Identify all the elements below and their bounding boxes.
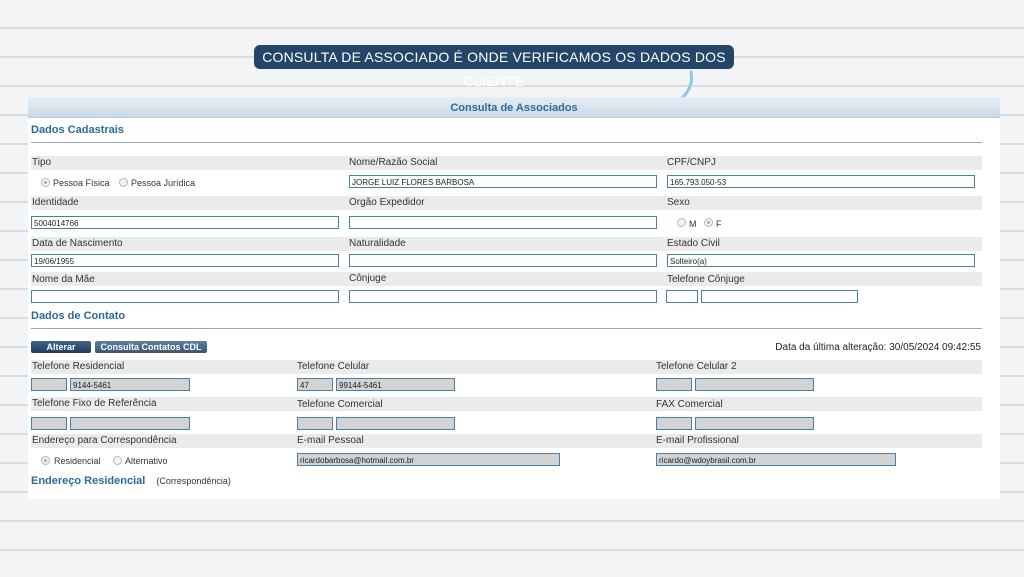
panel-title: Consulta de Associados (28, 97, 1000, 118)
divider (31, 142, 982, 143)
label-nome-mae: Nome da Mãe (32, 274, 95, 285)
radio-label-alternativo: Alternativo (125, 456, 168, 466)
nascimento-field[interactable]: 19/06/1955 (31, 254, 339, 267)
fax-comercial-field[interactable] (695, 417, 814, 430)
telefone-residencial-field[interactable]: 9144-5461 (70, 378, 190, 391)
ultima-alteracao: Data da última alteração: 30/05/2024 09:… (775, 342, 981, 353)
label-nascimento: Data de Nascimento (32, 238, 123, 249)
radio-sexo-f[interactable] (704, 218, 713, 227)
radio-label-pessoa-fisica: Pessoa Física (53, 178, 110, 188)
telefone-celular-2-ddd-field[interactable] (656, 378, 692, 391)
orgao-field[interactable] (349, 216, 657, 229)
label-row (31, 237, 982, 251)
label-row (31, 196, 982, 210)
label-naturalidade: Naturalidade (349, 238, 406, 249)
label-telefone-celular: Telefone Celular (297, 361, 370, 372)
radio-pessoa-juridica[interactable] (119, 178, 128, 187)
nome-field[interactable]: JORGE LUIZ FLORES BARBOSA (349, 175, 657, 188)
fax-comercial-ddd-field[interactable] (656, 417, 692, 430)
naturalidade-field[interactable] (349, 254, 657, 267)
label-row (31, 360, 982, 374)
label-orgao: Orgão Expedidor (349, 197, 425, 208)
label-telefone-celular-2: Telefone Celular 2 (656, 361, 737, 372)
label-fax-comercial: FAX Comercial (656, 399, 723, 410)
label-telefone-comercial: Telefone Comercial (297, 399, 383, 410)
label-cpf: CPF/CNPJ (667, 157, 716, 168)
telefone-residencial-ddd-field[interactable] (31, 378, 67, 391)
telefone-conjuge-ddd-field[interactable] (666, 290, 698, 303)
divider (31, 328, 982, 329)
radio-label-sexo-f: F (716, 219, 722, 229)
label-telefone-conjuge: Telefone Cônjuge (667, 274, 745, 285)
label-row (31, 272, 982, 286)
section-dados-cadastrais: Dados Cadastrais (31, 124, 124, 136)
telefone-referencia-field[interactable] (70, 417, 190, 430)
radio-endereco-alternativo[interactable] (113, 456, 122, 465)
label-identidade: Identidade (32, 197, 79, 208)
conjuge-field[interactable] (349, 290, 657, 303)
telefone-referencia-ddd-field[interactable] (31, 417, 67, 430)
email-pessoal-field[interactable]: ricardobarbosa@hotmail.com.br (297, 453, 560, 466)
label-row (31, 156, 982, 170)
telefone-conjuge-field[interactable] (701, 290, 858, 303)
section-dados-contato: Dados de Contato (31, 310, 126, 322)
radio-label-sexo-m: M (689, 219, 697, 229)
telefone-celular-ddd-field[interactable]: 47 (297, 378, 333, 391)
section-endereco-residencial: Endereço Residencial (Correspondência) (31, 475, 231, 487)
consulta-contatos-cdl-button[interactable]: Consulta Contatos CDL (95, 341, 207, 353)
ultima-alteracao-value: 30/05/2024 09:42:55 (889, 342, 981, 353)
estado-civil-field[interactable]: Solteiro(a) (667, 254, 975, 267)
label-email-pessoal: E-mail Pessoal (297, 435, 364, 446)
telefone-celular-2-field[interactable] (695, 378, 814, 391)
endereco-residencial-title: Endereço Residencial (31, 475, 146, 487)
radio-label-residencial: Residencial (54, 456, 101, 466)
consulta-panel: Consulta de Associados Dados Cadastrais … (28, 97, 1000, 499)
label-estado-civil: Estado Civil (667, 238, 720, 249)
label-conjuge: Cônjuge (349, 273, 387, 284)
radio-endereco-residencial[interactable] (41, 456, 50, 465)
alterar-button[interactable]: Alterar (31, 341, 91, 353)
label-email-profissional: E-mail Profissional (656, 435, 739, 446)
email-profissional-field[interactable]: ricardo@wdoybrasil.com.br (656, 453, 896, 466)
telefone-comercial-field[interactable] (336, 417, 455, 430)
ultima-alteracao-label: Data da última alteração: (775, 342, 887, 353)
identidade-field[interactable]: 5004014766 (31, 216, 339, 229)
telefone-celular-field[interactable]: 99144-5461 (336, 378, 455, 391)
radio-label-pessoa-juridica: Pessoa Jurídica (131, 178, 196, 188)
nome-mae-field[interactable] (31, 290, 339, 303)
label-tipo: Tipo (32, 157, 52, 168)
endereco-residencial-note: (Correspondência) (156, 476, 231, 486)
cpf-field[interactable]: 165.793.050-53 (667, 175, 975, 188)
caption-banner: CONSULTA DE ASSOCIADO É ONDE VERIFICAMOS… (254, 45, 734, 89)
radio-pessoa-fisica[interactable] (41, 178, 50, 187)
telefone-comercial-ddd-field[interactable] (297, 417, 333, 430)
label-nome: Nome/Razão Social (349, 157, 438, 168)
label-telefone-referencia: Telefone Fixo de Referência (32, 398, 157, 409)
label-telefone-residencial: Telefone Residencial (32, 361, 125, 372)
label-row (31, 397, 982, 411)
radio-sexo-m[interactable] (677, 218, 686, 227)
label-endereco-correspondencia: Endereço para Correspondência (32, 435, 177, 446)
label-sexo: Sexo (667, 197, 690, 208)
